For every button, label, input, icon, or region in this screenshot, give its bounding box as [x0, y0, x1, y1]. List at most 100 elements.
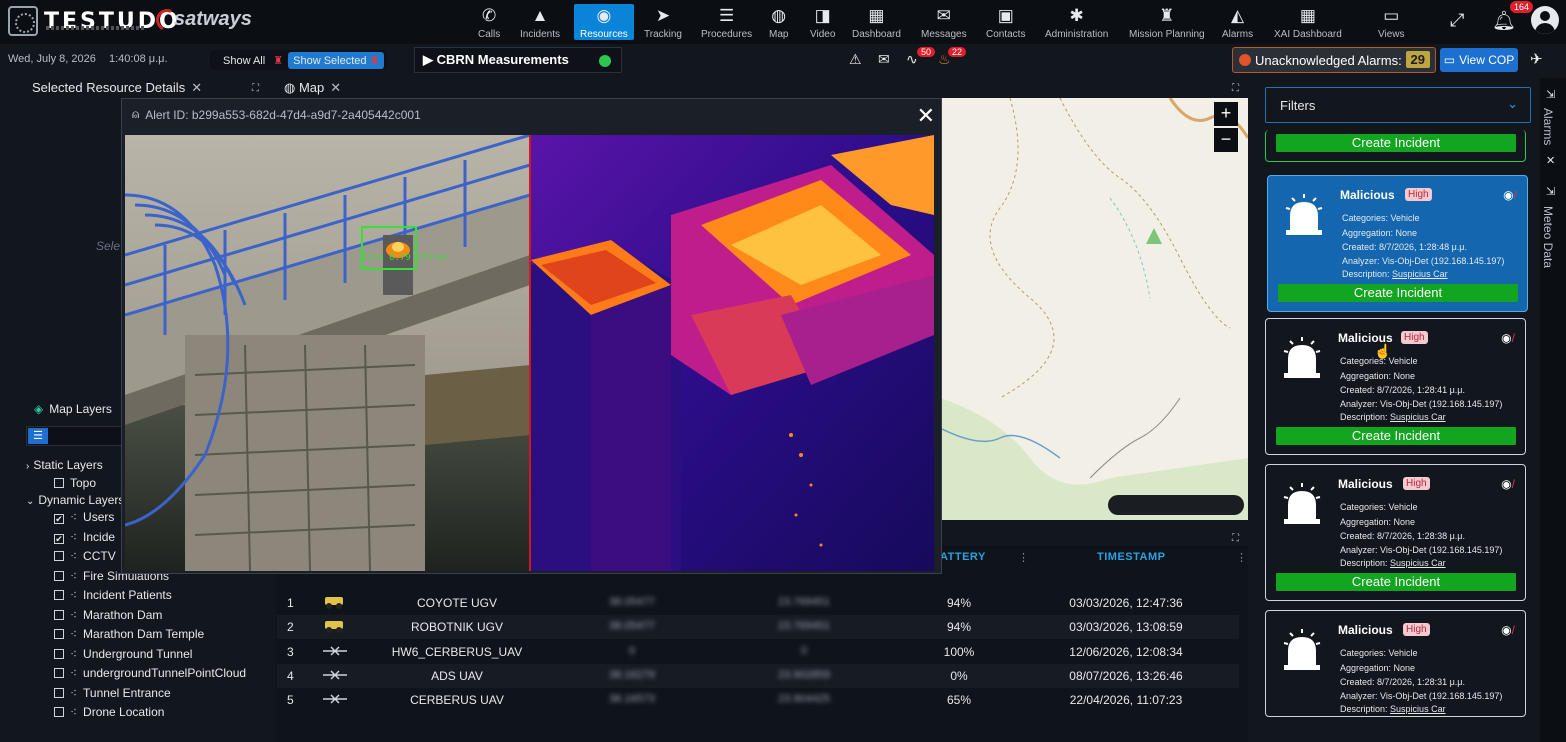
layer-item[interactable]: ⁖ Tunnel Entrance — [54, 686, 171, 700]
create-incident-button[interactable]: Create Incident — [1276, 427, 1516, 445]
layer-checkbox[interactable] — [54, 668, 64, 678]
row-index: 3 — [287, 645, 294, 659]
eye-slash-icon[interactable]: ◉/ — [1501, 623, 1515, 637]
nav-contacts[interactable]: ▣ Contacts — [986, 4, 1025, 41]
table-row[interactable]: 1 COYOTE UGV 38.05477 23.769451 94% 03/03/202… — [277, 591, 1239, 615]
table-row[interactable]: 4 ADS UAV 38.16279 23.902859 0% 08/07/2026, 1… — [277, 664, 1239, 688]
nav-calls[interactable]: ✆ Calls — [478, 4, 500, 41]
nav-resources[interactable]: ◉ Resources — [574, 4, 634, 40]
layer-checkbox[interactable] — [54, 629, 64, 639]
user-avatar[interactable] — [1531, 6, 1559, 34]
layer-item[interactable]: ⁖ Incident Patients — [54, 588, 172, 602]
nav-messages[interactable]: ✉ Messages — [921, 4, 967, 41]
layer-item[interactable]: Topo — [54, 476, 96, 490]
nav-views[interactable]: ▭ Views — [1378, 4, 1405, 41]
alarm-card[interactable]: Malicious High ◉/Categories: Vehicle Aggreg… — [1265, 610, 1526, 717]
nav-tracking[interactable]: ➤ Tracking — [644, 4, 682, 41]
maximize-icon[interactable]: ⛶ — [252, 83, 259, 94]
nav-procedures[interactable]: ☰ Procedures — [701, 4, 752, 41]
alarm-card[interactable]: Malicious High ◉/Categories: Vehicle Aggreg… — [1265, 464, 1526, 601]
side-tab-meteo-data[interactable]: Meteo Data — [1541, 206, 1555, 268]
table-row[interactable]: 2 ROBOTNIK UGV 38.05477 23.769451 94% 03/03/2… — [277, 615, 1239, 639]
filter-icon[interactable]: ☰ — [28, 428, 48, 444]
alarm-card[interactable]: Malicious High ◉/Categories: Vehicle Aggreg… — [1265, 318, 1526, 455]
nav-map[interactable]: ◍ Map — [769, 4, 788, 41]
table-row[interactable]: 5 CERBERUS UAV 38.16573 23.904425 65% 22/04/2… — [277, 688, 1239, 712]
close-icon[interactable]: ✕ — [1546, 154, 1555, 167]
description-link[interactable]: Suspicius Car — [1390, 704, 1446, 714]
create-incident-button[interactable]: Create Incident — [1278, 284, 1518, 302]
maximize-icon[interactable]: ⛶ — [1232, 83, 1239, 94]
layer-checkbox[interactable]: ✔ — [54, 534, 64, 544]
show-all-button[interactable]: Show All ♜ — [213, 52, 288, 69]
envelope-icon[interactable]: ✉ — [878, 51, 890, 68]
close-icon[interactable]: ✕ — [330, 80, 341, 95]
alarm-card[interactable]: Malicious High ◉/Categories: Vehicle Aggreg… — [1267, 175, 1528, 312]
layer-checkbox[interactable] — [54, 707, 64, 717]
description-link[interactable]: Suspicius Car — [1390, 412, 1446, 422]
layer-checkbox[interactable]: ✔ — [54, 514, 64, 524]
create-incident-button[interactable]: Create Incident — [1276, 573, 1516, 591]
layer-item[interactable]: ⁖ Marathon Dam — [54, 608, 162, 622]
layer-checkbox[interactable] — [54, 649, 64, 659]
layer-item[interactable]: ✔ ⁖ Incide — [54, 530, 115, 544]
layer-checkbox[interactable] — [54, 688, 64, 698]
nav-dashboard[interactable]: ▦ Dashboard — [852, 4, 901, 41]
layer-group-static[interactable]: › Static Layers — [26, 458, 103, 472]
caret-down-icon[interactable]: ⌄ — [26, 496, 34, 507]
nav-incidents[interactable]: ▲ Incidents — [520, 4, 560, 41]
column-header-battery[interactable]: ATTERY — [940, 551, 986, 563]
tab-selected-resource-details[interactable]: Selected Resource Details ✕ — [32, 80, 202, 98]
map-view[interactable] — [940, 98, 1248, 520]
column-menu-icon[interactable]: ⋮ — [1236, 551, 1247, 564]
description-link[interactable]: Suspicius Car — [1390, 558, 1446, 568]
nav-xai-dashboard[interactable]: ▦ XAI Dashboard — [1274, 4, 1342, 41]
fullscreen-icon[interactable]: ⤢ — [1450, 10, 1464, 31]
filters-dropdown[interactable]: Filters ⌄ — [1265, 87, 1531, 123]
layer-item[interactable]: ⁖ CCTV — [54, 549, 116, 563]
description-link[interactable]: Suspicius Car — [1392, 269, 1448, 279]
layer-item[interactable]: ⁖ Underground Tunnel — [54, 647, 192, 661]
layer-checkbox[interactable] — [54, 610, 64, 620]
eye-slash-icon[interactable]: ◉/ — [1501, 477, 1515, 491]
layer-checkbox[interactable] — [54, 551, 64, 561]
close-icon[interactable]: ✕ — [191, 80, 202, 95]
pin-icon[interactable]: ⇲ — [1546, 185, 1555, 198]
satellite-icon[interactable]: ✈ — [1530, 50, 1543, 68]
column-header-timestamp[interactable]: TIMESTAMP — [1097, 551, 1165, 563]
zoom-out-button[interactable]: − — [1214, 128, 1238, 152]
layer-group-dynamic[interactable]: ⌄ Dynamic Layers — [26, 493, 124, 507]
layer-checkbox[interactable] — [54, 478, 64, 488]
layer-checkbox[interactable] — [54, 590, 64, 600]
tab-map[interactable]: ◍ Map ✕ — [284, 80, 341, 98]
eye-slash-icon[interactable]: ◉/ — [1503, 188, 1517, 202]
unacknowledged-alarms-indicator[interactable]: Unacknowledged Alarms: 29 — [1232, 47, 1436, 73]
bell-icon[interactable]: 🔔︎ — [1492, 9, 1516, 33]
nav-mission-planning[interactable]: ♜ Mission Planning — [1129, 4, 1205, 41]
warning-icon[interactable]: ⚠ — [849, 51, 862, 68]
longitude: 23.902859 — [778, 669, 830, 681]
layer-item[interactable]: ✔ ⁖ Users — [54, 510, 114, 524]
caret-right-icon[interactable]: › — [26, 461, 29, 472]
nav-alarms[interactable]: ◭ Alarms — [1222, 4, 1253, 41]
column-menu-icon[interactable]: ⋮ — [1018, 551, 1029, 564]
layer-item[interactable]: ⁖ Marathon Dam Temple — [54, 627, 204, 641]
layer-item[interactable]: ⁖ undergroundTunnelPointCloud — [54, 666, 246, 680]
create-incident-button[interactable]: Create Incident — [1276, 134, 1516, 152]
eye-slash-icon[interactable]: ◉/ — [1501, 331, 1515, 345]
nav-video[interactable]: ◨ Video — [810, 4, 835, 41]
nav-administration[interactable]: ✱ Administration — [1045, 4, 1108, 41]
cbrn-measurements-button[interactable]: ▶ CBRN Measurements — [414, 47, 622, 73]
table-row[interactable]: 3 HW6_CERBERUS_UAV 0 0 100% 12/06/2026, 12:08… — [277, 640, 1239, 664]
close-dialog-button[interactable]: ✕ — [917, 103, 935, 129]
maximize-icon[interactable]: ⛶ — [1232, 533, 1239, 544]
activity-icon[interactable]: ∿ — [906, 51, 918, 68]
side-tab-alarms[interactable]: Alarms — [1541, 108, 1555, 145]
view-cop-button[interactable]: ▭ View COP — [1440, 48, 1518, 72]
pin-icon[interactable]: ⇲ — [1546, 88, 1555, 101]
zoom-in-button[interactable]: + — [1214, 102, 1238, 126]
alarm-beacon-icon — [1283, 629, 1321, 670]
layer-item[interactable]: ⁖ Drone Location — [54, 705, 164, 719]
layer-checkbox[interactable] — [54, 571, 64, 581]
show-selected-button[interactable]: Show Selected ♜ — [288, 51, 385, 69]
